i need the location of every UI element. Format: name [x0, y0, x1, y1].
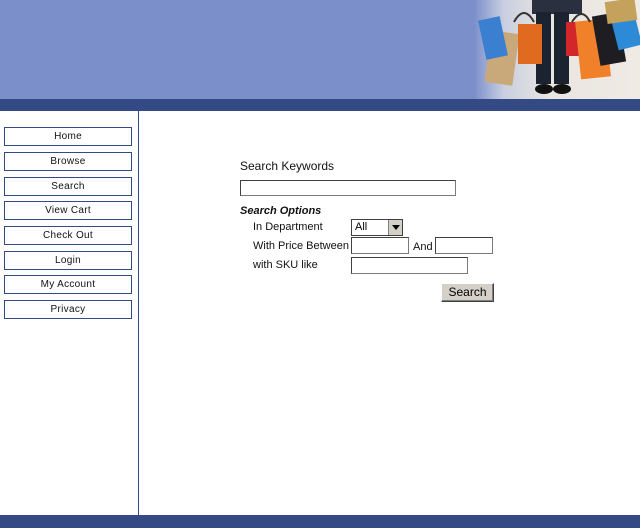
dropdown-arrow-icon[interactable] — [388, 220, 402, 235]
nav-view-cart-button[interactable]: View Cart — [4, 201, 132, 220]
header-banner — [0, 0, 640, 99]
search-keywords-label: Search Keywords — [240, 159, 335, 173]
department-label: In Department — [253, 221, 323, 233]
nav-browse-button[interactable]: Browse — [4, 152, 132, 171]
price-min-input[interactable] — [351, 237, 409, 254]
nav-login-button[interactable]: Login — [4, 251, 132, 270]
price-between-label: With Price Between — [253, 240, 349, 252]
department-select[interactable]: All — [351, 219, 403, 236]
price-and-label: And — [413, 241, 433, 253]
sku-label: with SKU like — [253, 259, 318, 271]
sidebar-nav: Home Browse Search View Cart Check Out L… — [0, 111, 139, 515]
footer-stripe — [0, 515, 640, 528]
nav-search-button[interactable]: Search — [4, 177, 132, 196]
nav-my-account-button[interactable]: My Account — [4, 275, 132, 294]
search-keywords-input[interactable] — [240, 180, 456, 196]
nav-home-button[interactable]: Home — [4, 127, 132, 146]
department-selected-value: All — [355, 221, 368, 233]
price-max-input[interactable] — [435, 237, 493, 254]
shopping-bags-photo — [474, 0, 640, 99]
search-submit-button[interactable]: Search — [441, 283, 494, 302]
search-options-heading: Search Options — [240, 205, 322, 217]
sku-input[interactable] — [351, 257, 468, 274]
nav-check-out-button[interactable]: Check Out — [4, 226, 132, 245]
header-stripe — [0, 99, 640, 111]
nav-privacy-button[interactable]: Privacy — [4, 300, 132, 319]
